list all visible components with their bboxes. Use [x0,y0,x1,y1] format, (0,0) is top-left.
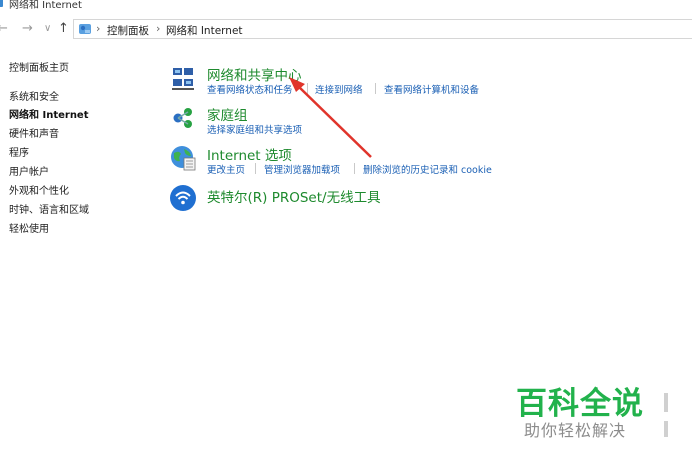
breadcrumb-separator-icon: › [156,22,161,35]
sidebar-item-home[interactable]: 控制面板主页 [9,59,69,74]
sidebar-item-network-internet: 网络和 Internet [9,110,89,121]
internet-options-icon [171,146,196,171]
sidebar-item-appearance[interactable]: 外观和个性化 [9,182,69,197]
control-panel-icon [0,0,3,7]
breadcrumb-control-panel[interactable]: 控制面板 [107,23,149,38]
control-panel-icon [79,24,91,34]
sidebar-item-ease-of-access[interactable]: 轻松使用 [9,220,49,235]
up-arrow-icon[interactable]: ↑ [58,20,69,38]
sidebar-item-programs[interactable]: 程序 [9,144,29,159]
network-sharing-center-title[interactable]: 网络和共享中心 [207,64,302,84]
edge-divider [664,421,668,437]
connect-to-network-link[interactable]: 连接到网络 [315,82,363,96]
choose-homegroup-link[interactable]: 选择家庭组和共享选项 [207,122,302,136]
breadcrumb-network-internet[interactable]: 网络和 Internet [166,23,243,38]
title-bar: 网络和 Internet [0,0,692,12]
annotation-arrow-shaft [297,85,372,158]
change-homepage-link[interactable]: 更改主页 [207,162,245,176]
sidebar-item-clock-region[interactable]: 时钟、语言和区域 [9,201,89,216]
watermark-tagline: 助你轻松解决 [524,421,627,440]
delete-browsing-history-link[interactable]: 删除浏览的历史记录和 cookie [363,162,492,176]
edge-divider [664,393,668,412]
address-bar[interactable]: › 控制面板 › 网络和 Internet [73,19,692,39]
back-arrow-icon[interactable]: ← [0,20,8,38]
intel-proset-wireless-title[interactable]: 英特尔(R) PROSet/无线工具 [207,186,381,206]
window-title: 网络和 Internet [9,0,82,11]
wireless-icon [170,185,196,211]
internet-options-title[interactable]: Internet 选项 [207,144,292,164]
link-divider [375,83,376,94]
view-network-status-link[interactable]: 查看网络状态和任务 [207,82,293,96]
homegroup-icon [173,108,192,128]
sidebar-item-system-security[interactable]: 系统和安全 [9,88,59,103]
recent-locations-chevron-icon[interactable]: ∨ [44,20,51,38]
sidebar-item-hardware-sound[interactable]: 硬件和声音 [9,125,59,140]
link-divider [255,163,256,174]
network-sharing-icon [172,68,194,90]
manage-addons-link[interactable]: 管理浏览器加载项 [264,162,340,176]
link-divider [307,83,308,94]
navigation-bar: ← → ∨ ↑ › 控制面板 › 网络和 Internet [0,17,692,41]
sidebar-item-user-accounts[interactable]: 用户帐户 [9,163,49,178]
breadcrumb-separator-icon: › [96,22,101,35]
homegroup-title[interactable]: 家庭组 [207,104,248,124]
forward-arrow-icon[interactable]: → [22,20,33,38]
view-network-computers-link[interactable]: 查看网络计算机和设备 [384,82,479,96]
link-divider [354,163,355,174]
